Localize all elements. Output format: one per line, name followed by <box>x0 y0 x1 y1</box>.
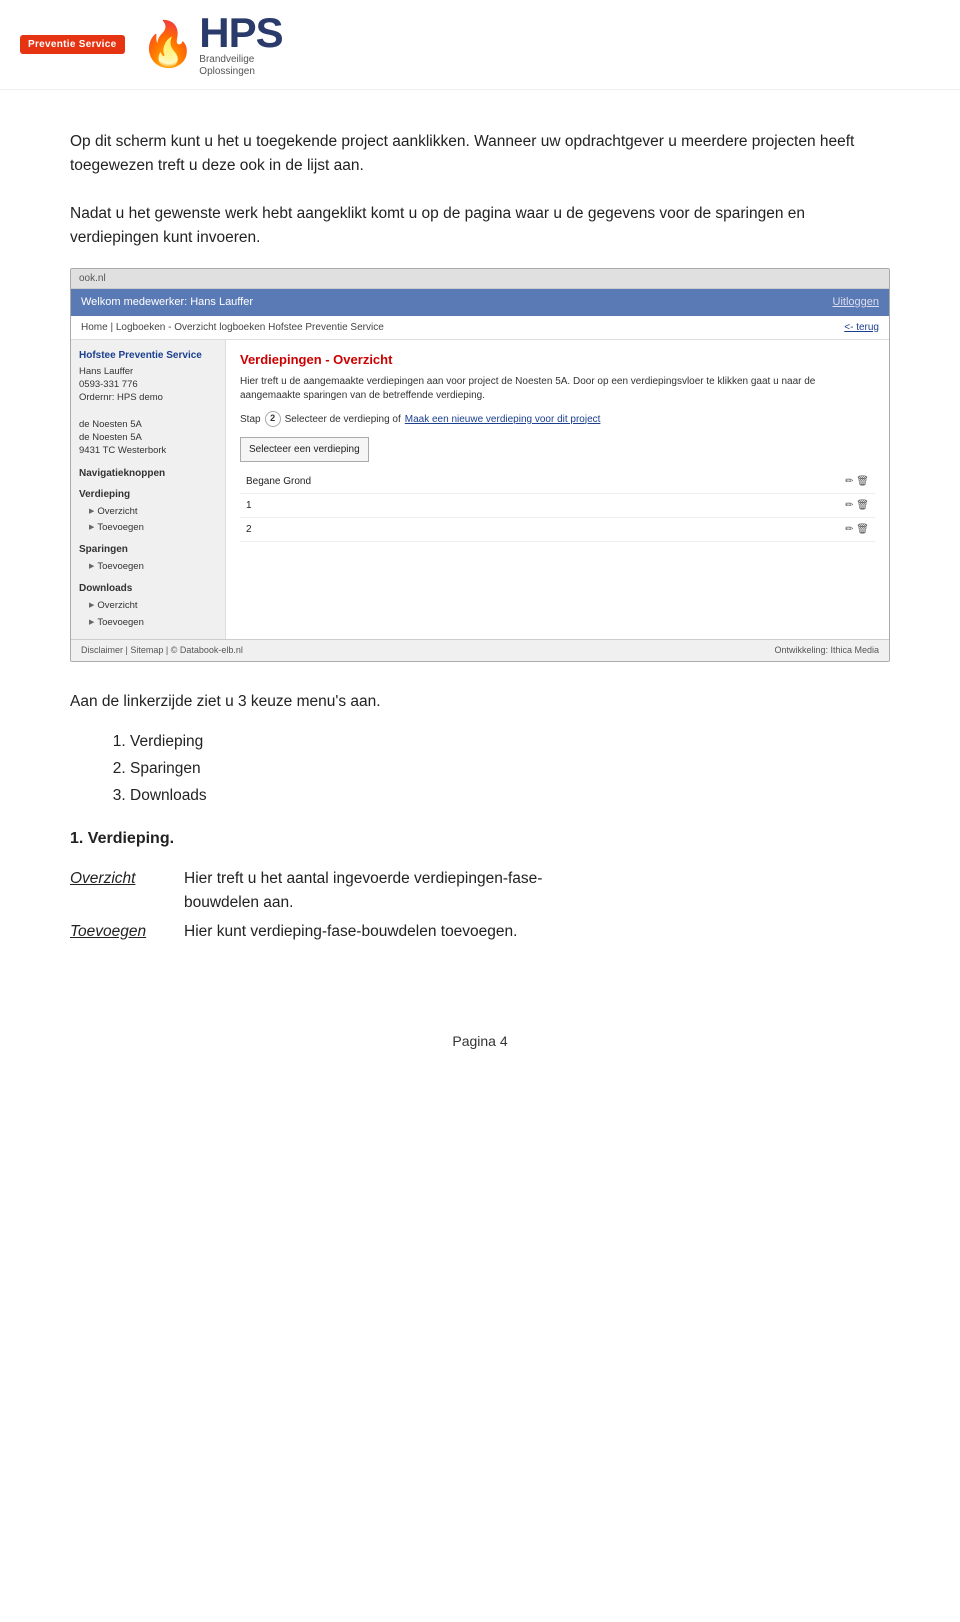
row-icons: ✏ 🗑 <box>835 470 875 494</box>
sf-main: Verdiepingen - Overzicht Hier treft u de… <box>226 340 889 639</box>
nav-downloads-toevoegen[interactable]: Toevoegen <box>79 615 217 631</box>
logo-subtext: Brandveilige Oplossingen <box>199 54 282 78</box>
sf-desc: Hier treft u de aangemaakte verdiepingen… <box>240 375 875 403</box>
verdieping-table: Begane Grond ✏ 🗑 1 ✏ 🗑 2 ✏ 🗑 <box>240 470 875 542</box>
phone: 0593-331 776 <box>79 378 217 391</box>
table-row: 1 ✏ 🗑 <box>240 494 875 518</box>
url-bar: ook.nl <box>71 269 889 289</box>
address1: de Noesten 5A <box>79 418 217 431</box>
nav-verdieping-overzicht[interactable]: Overzicht <box>79 504 217 520</box>
sf-footer: Disclaimer | Sitemap | © Databook-elb.nl… <box>71 639 889 662</box>
table-row: 2 ✏ 🗑 <box>240 518 875 542</box>
list-item: Sparingen <box>130 757 890 780</box>
order: Ordernr: HPS demo <box>79 391 217 404</box>
welcome-text: Welkom medewerker: Hans Lauffer <box>81 294 253 311</box>
intro-para1: Op dit scherm kunt u het u toegekende pr… <box>70 130 890 178</box>
postcode: 9431 TC Westerbork <box>79 444 217 457</box>
footer-left: Disclaimer | Sitemap | © Databook-elb.nl <box>81 644 243 658</box>
detail-desc-overzicht: Hier treft u het aantal ingevoerde verdi… <box>184 867 542 914</box>
back-link[interactable]: <- terug <box>844 320 879 335</box>
stap-text: Selecteer de verdieping of <box>285 412 401 427</box>
detail-row-toevoegen: Toevoegen Hier kunt verdieping-fase-bouw… <box>70 920 890 943</box>
stap-row: Stap 2 Selecteer de verdieping of Maak e… <box>240 411 875 427</box>
detail-rows: Overzicht Hier treft u het aantal ingevo… <box>70 867 890 943</box>
nav-section-sparingen: Sparingen <box>79 542 217 557</box>
logout-link[interactable]: Uitloggen <box>833 294 879 311</box>
detail-desc-toevoegen: Hier kunt verdieping-fase-bouwdelen toev… <box>184 920 517 943</box>
row-icons: ✏ 🗑 <box>835 494 875 518</box>
main-content: Op dit scherm kunt u het u toegekende pr… <box>0 90 960 993</box>
stap-badge: 2 <box>265 411 281 427</box>
footer-right: Ontwikkeling: Ithica Media <box>774 644 879 658</box>
nav-sparingen-toevoegen[interactable]: Toevoegen <box>79 559 217 575</box>
stap-link[interactable]: Maak een nieuwe verdieping voor dit proj… <box>405 412 601 427</box>
section1-heading: 1. Verdieping. <box>70 827 890 851</box>
person-name: Hans Lauffer <box>79 365 217 378</box>
nav-verdieping-toevoegen[interactable]: Toevoegen <box>79 520 217 536</box>
logo: Preventie Service 🔥 HPS Brandveilige Opl… <box>20 12 283 78</box>
stap-label: Stap <box>240 412 261 427</box>
header: Preventie Service 🔥 HPS Brandveilige Opl… <box>0 0 960 90</box>
row-name: Begane Grond <box>240 470 835 494</box>
screenshot-frame: ook.nl Welkom medewerker: Hans Lauffer U… <box>70 268 890 662</box>
hps-letters: HPS <box>199 12 282 54</box>
list-item: Verdieping <box>130 730 890 753</box>
select-verdieping[interactable]: Selecteer een verdieping <box>240 437 369 462</box>
detail-label-toevoegen: Toevoegen <box>70 920 160 943</box>
company-details: Hans Lauffer 0593-331 776 Ordernr: HPS d… <box>79 365 217 458</box>
nav-section-downloads: Downloads <box>79 581 217 596</box>
detail-label-overzicht: Overzicht <box>70 867 160 914</box>
list-item: Downloads <box>130 784 890 807</box>
company-name: Hofstee Preventie Service <box>79 348 217 363</box>
logo-badge: Preventie Service <box>20 35 125 54</box>
row-icons: ✏ 🗑 <box>835 518 875 542</box>
preventie-label: Preventie Service <box>28 39 117 50</box>
nav-header: Navigatieknoppen <box>79 466 217 481</box>
table-row: Begane Grond ✏ 🗑 <box>240 470 875 494</box>
menu-intro: Aan de linkerzijde ziet u 3 keuze menu's… <box>70 690 890 713</box>
page-number: Pagina 4 <box>0 1033 960 1069</box>
row-name: 1 <box>240 494 835 518</box>
flame-icon: 🔥 <box>141 23 196 67</box>
sf-sidebar: Hofstee Preventie Service Hans Lauffer 0… <box>71 340 226 639</box>
sf-body: Hofstee Preventie Service Hans Lauffer 0… <box>71 340 889 639</box>
breadcrumb-text: Home | Logboeken - Overzicht logboeken H… <box>81 320 384 335</box>
nav-section-verdieping: Verdieping <box>79 487 217 502</box>
sf-topbar: Welkom medewerker: Hans Lauffer Uitlogge… <box>71 289 889 316</box>
nav-downloads-overzicht[interactable]: Overzicht <box>79 598 217 614</box>
address2: de Noesten 5A <box>79 431 217 444</box>
row-name: 2 <box>240 518 835 542</box>
sf-breadcrumb: Home | Logboeken - Overzicht logboeken H… <box>71 316 889 340</box>
sf-heading: Verdiepingen - Overzicht <box>240 350 875 370</box>
intro-para2: Nadat u het gewenste werk hebt aangeklik… <box>70 202 890 250</box>
detail-row-overzicht: Overzicht Hier treft u het aantal ingevo… <box>70 867 890 914</box>
menu-list: Verdieping Sparingen Downloads <box>130 730 890 808</box>
logo-text: HPS Brandveilige Oplossingen <box>199 12 282 78</box>
